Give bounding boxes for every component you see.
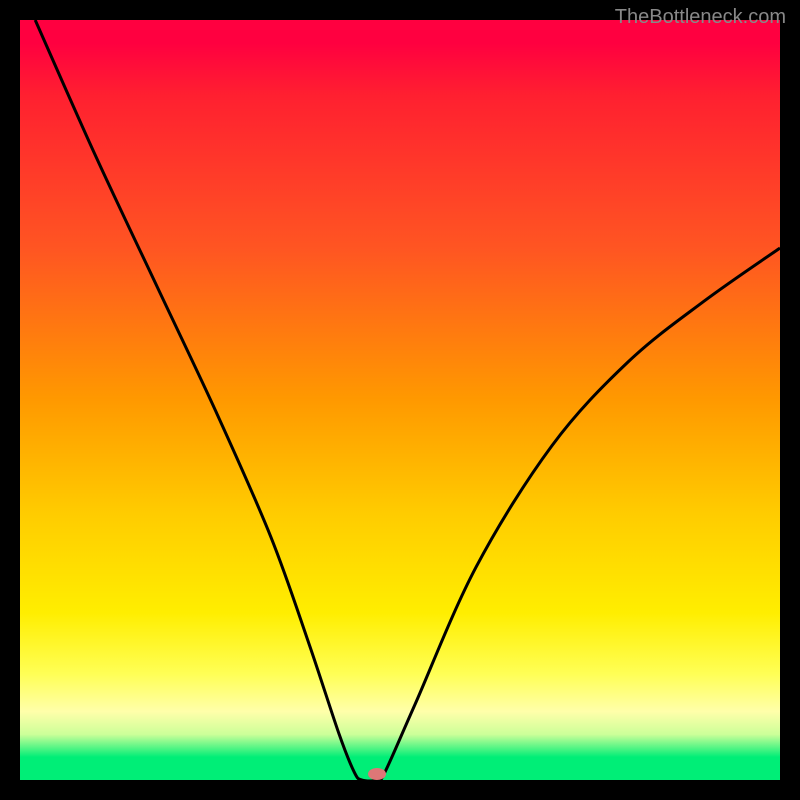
plot-area [20,20,780,780]
optimum-marker [368,768,386,780]
bottleneck-curve [35,20,780,780]
curve-svg [20,20,780,780]
watermark-text: TheBottleneck.com [615,6,786,29]
